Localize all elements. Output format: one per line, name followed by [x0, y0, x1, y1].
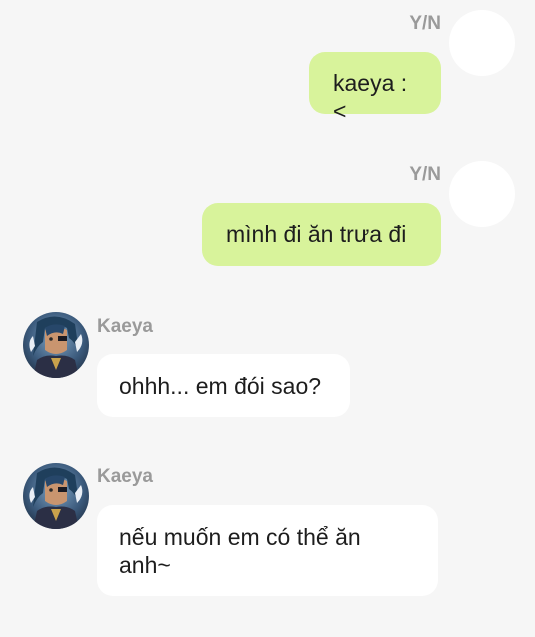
kaeya-avatar-icon[interactable]: [23, 463, 89, 529]
message-bubble[interactable]: mình đi ăn trưa đi: [202, 203, 441, 266]
kaeya-avatar-icon: [23, 312, 89, 378]
message-bubble[interactable]: nếu muốn em có thể ăn anh~: [97, 505, 438, 596]
chat-thread: Y/N kaeya :< Y/N mình đi ăn trưa đi Kaey…: [0, 0, 535, 637]
blank-avatar-icon[interactable]: [449, 161, 515, 227]
kaeya-avatar-icon: [23, 463, 89, 529]
message-row-outgoing: Y/N mình đi ăn trưa đi: [0, 150, 535, 270]
sender-name: Kaeya: [97, 466, 153, 487]
message-text: ohhh... em đói sao?: [119, 373, 322, 399]
message-text: nếu muốn em có thể ăn anh~: [119, 524, 361, 578]
message-text: mình đi ăn trưa đi: [226, 221, 407, 247]
sender-name: Kaeya: [97, 316, 153, 337]
sender-name: Y/N: [409, 13, 441, 34]
message-row-incoming: Kaeya ohhh... em đói sao?: [0, 300, 535, 430]
kaeya-avatar-icon[interactable]: [23, 312, 89, 378]
message-row-outgoing: Y/N kaeya :<: [0, 0, 535, 124]
message-bubble[interactable]: kaeya :<: [309, 52, 441, 124]
message-bubble[interactable]: ohhh... em đói sao?: [97, 354, 350, 417]
message-row-incoming: Kaeya nếu muốn em có thể ăn anh~: [0, 451, 535, 611]
sender-name: Y/N: [409, 164, 441, 185]
message-text: kaeya :<: [333, 70, 408, 124]
blank-avatar-icon[interactable]: [449, 10, 515, 76]
